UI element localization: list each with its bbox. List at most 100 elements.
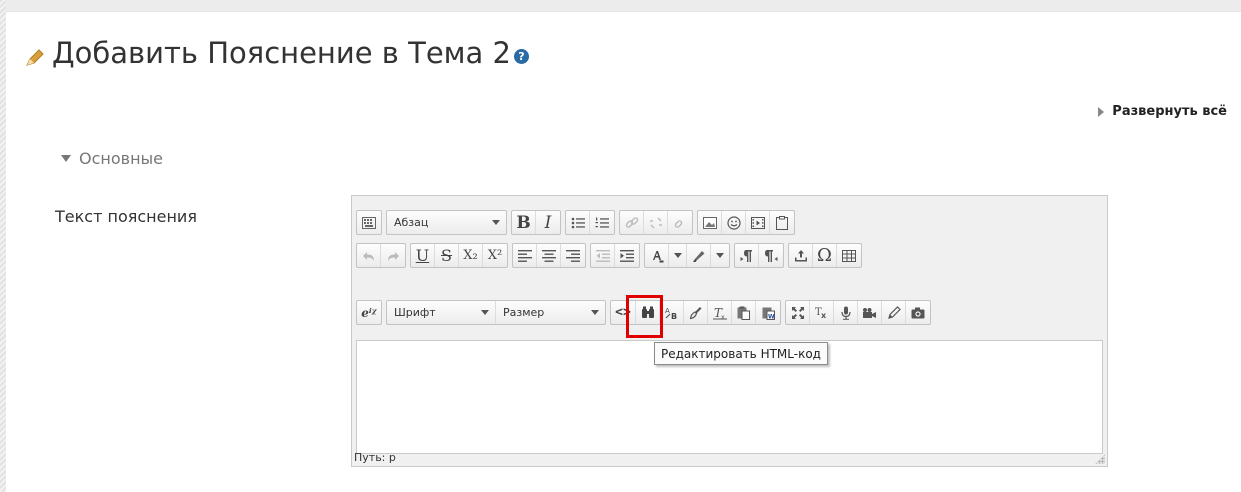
toolbar-group-align: [512, 243, 586, 268]
chevron-down-icon: [716, 253, 724, 258]
indent-button[interactable]: [615, 244, 639, 267]
pencil-icon: [24, 42, 46, 66]
chevron-down-icon: [492, 220, 500, 225]
align-right-button[interactable]: [561, 244, 585, 267]
text-color-icon: [650, 249, 664, 263]
upload-icon: [794, 249, 808, 263]
highlight-box: [626, 295, 663, 338]
horizontal-rule-button[interactable]: [789, 244, 813, 267]
toolbar-group-style: B I: [511, 210, 561, 235]
toolbar-group-equation: eⁱᵡ: [356, 300, 382, 325]
triangle-down-icon: [61, 155, 71, 162]
ltr-button[interactable]: [735, 244, 759, 267]
anchor-link-button[interactable]: [668, 211, 692, 234]
image-icon: [702, 216, 717, 229]
superscript-button[interactable]: X²: [483, 244, 507, 267]
toolbar-group-colors: [644, 243, 730, 268]
toolbar-group-lists: [565, 210, 615, 235]
numbered-list-button[interactable]: [590, 211, 614, 234]
link-icon: [625, 216, 639, 230]
expand-all-link[interactable]: Развернуть всё: [1098, 104, 1227, 119]
chevron-down-icon: [673, 253, 682, 258]
svg-text:B: B: [671, 312, 677, 320]
manage-files-button[interactable]: [770, 211, 794, 234]
keyboard-icon: [362, 216, 376, 229]
background-color-button[interactable]: [687, 244, 711, 267]
size-select[interactable]: Размер: [496, 301, 605, 324]
toolbar-toggle-button[interactable]: [357, 211, 381, 234]
toolbar-group-indent: [590, 243, 640, 268]
toolbar-group-format: Абзац: [386, 210, 507, 235]
toolbar-group-insert: Ω: [788, 243, 862, 268]
toolbar-group-toggle: [356, 210, 382, 235]
align-center-button[interactable]: [537, 244, 561, 267]
fullscreen-button[interactable]: [786, 301, 810, 324]
paste-text-button[interactable]: [732, 301, 756, 324]
toolbar-group-textdeco: U S X₂ X²: [410, 243, 508, 268]
expand-all-label: Развернуть всё: [1112, 104, 1227, 119]
image-button[interactable]: [698, 211, 722, 234]
resize-grip-icon[interactable]: [1095, 454, 1105, 464]
film-icon: [750, 216, 765, 229]
equation-button[interactable]: eⁱᵡ: [357, 301, 381, 324]
underline-button[interactable]: U: [411, 244, 435, 267]
screenshot-button[interactable]: [906, 301, 930, 324]
page-title: Добавить Пояснение в Тема 2 ?: [24, 36, 529, 70]
draw-button[interactable]: [882, 301, 906, 324]
background-color-dropdown[interactable]: [711, 244, 729, 267]
outdent-button[interactable]: [591, 244, 615, 267]
clipboard-icon: [776, 215, 788, 230]
paragraph-ltr-icon: [740, 249, 754, 263]
format-select[interactable]: Абзац: [387, 211, 506, 234]
size-select-value: Размер: [503, 306, 545, 319]
outdent-icon: [595, 249, 610, 262]
chevron-down-icon: [481, 310, 489, 315]
svg-text:x: x: [821, 311, 827, 320]
special-char-button[interactable]: Ω: [813, 244, 837, 267]
italic-button[interactable]: I: [536, 211, 560, 234]
undo-button[interactable]: [357, 244, 381, 267]
rtl-button[interactable]: [759, 244, 783, 267]
format-select-value: Абзац: [394, 216, 429, 229]
media-button[interactable]: [746, 211, 770, 234]
bold-button[interactable]: B: [512, 211, 536, 234]
clear-format-icon: Tx: [712, 306, 728, 320]
spellcheck-button[interactable]: AB: [660, 301, 684, 324]
clean-format-button[interactable]: [684, 301, 708, 324]
accessibility-checker-button[interactable]: Tx: [810, 301, 834, 324]
align-left-button[interactable]: [513, 244, 537, 267]
text-color-dropdown[interactable]: [669, 244, 687, 267]
subscript-button[interactable]: X₂: [459, 244, 483, 267]
paste-word-icon: W: [762, 306, 775, 320]
strikethrough-button[interactable]: S: [435, 244, 459, 267]
align-right-icon: [566, 249, 580, 262]
toolbar-group-media: [697, 210, 795, 235]
triangle-right-icon: [1098, 106, 1105, 117]
toolbar-row-2: U S X₂ X² Ω: [356, 243, 866, 268]
unlink-button[interactable]: [644, 211, 668, 234]
bullet-list-button[interactable]: [566, 211, 590, 234]
align-left-icon: [517, 249, 532, 262]
field-label-text: Текст пояснения: [55, 207, 197, 226]
paste-word-button[interactable]: W: [756, 301, 780, 324]
svg-text:A: A: [665, 307, 670, 315]
redo-button[interactable]: [381, 244, 405, 267]
section-header-main[interactable]: Основные: [61, 149, 163, 168]
redo-icon: [386, 250, 400, 262]
emoticon-button[interactable]: [722, 211, 746, 234]
clear-formatting-button[interactable]: Tx: [708, 301, 732, 324]
highlighter-icon: [692, 249, 706, 263]
table-button[interactable]: [837, 244, 861, 267]
fullscreen-icon: [791, 306, 805, 320]
link-button[interactable]: [620, 211, 644, 234]
page-title-text: Добавить Пояснение в Тема 2: [52, 36, 511, 70]
toolbar-group-links: [619, 210, 693, 235]
record-audio-button[interactable]: [834, 301, 858, 324]
help-icon[interactable]: ?: [514, 48, 529, 64]
text-color-button[interactable]: [645, 244, 669, 267]
bullet-list-icon: [571, 217, 585, 229]
toolbar-row-1: Абзац B I: [356, 210, 799, 235]
font-select[interactable]: Шрифт: [387, 301, 496, 324]
microphone-icon: [840, 306, 852, 320]
record-video-button[interactable]: [858, 301, 882, 324]
